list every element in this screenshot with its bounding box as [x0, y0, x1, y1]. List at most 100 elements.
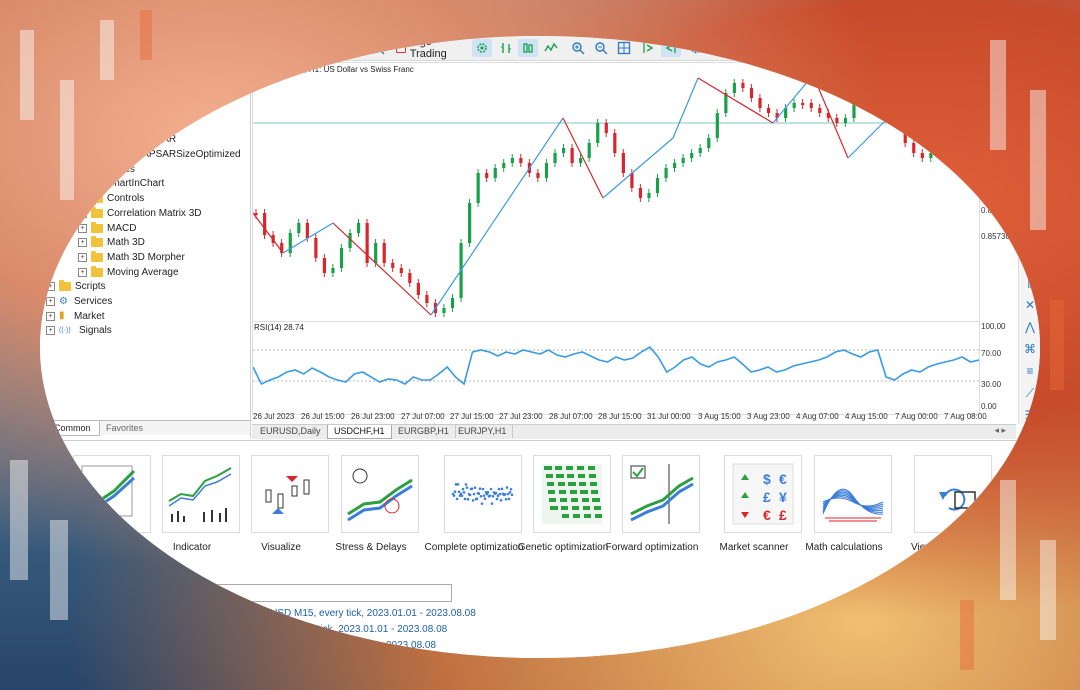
rsi-axis-label: 70.00: [981, 349, 1002, 358]
expand-icon[interactable]: +: [78, 267, 87, 277]
tester-card-genetic-optimization[interactable]: Genetic optimization: [518, 455, 618, 554]
expand-icon[interactable]: +: [46, 326, 55, 336]
time-axis-label: 3 Aug 23:00: [747, 412, 790, 421]
bear-candle: [835, 118, 839, 123]
search-icon[interactable]: [368, 39, 388, 57]
chart-tab-eurusd-daily[interactable]: EURUSD,Daily: [254, 425, 328, 438]
navigator-tabs: Common Favorites: [40, 420, 250, 436]
expand-icon[interactable]: +: [78, 238, 87, 248]
bull-candle: [587, 143, 591, 158]
rsi-subwindow[interactable]: [252, 321, 980, 415]
navigator-item-signals[interactable]: + ((·)) Signals: [46, 324, 112, 338]
navigator-item-label: MACD: [107, 222, 137, 234]
expand-icon[interactable]: +: [78, 208, 87, 218]
arrows-tool-icon[interactable]: ≡: [1023, 364, 1037, 378]
tester-card-visualize[interactable]: Visualize: [243, 455, 336, 554]
tester-card-complete-optimization[interactable]: Complete optimization: [425, 455, 529, 554]
expert-advisor-icon: ⚙: [90, 119, 99, 131]
price-axis-label: 0.86650: [981, 130, 1010, 139]
bull-candle: [929, 153, 933, 158]
chart-tab-usdchf-h1[interactable]: USDCHF,H1: [327, 425, 392, 439]
elliott-tool-icon[interactable]: ⌘: [1023, 342, 1037, 356]
navigator-item-scripts[interactable]: + Scripts: [46, 280, 106, 294]
tester-card-view-previous-results[interactable]: View previ... re: [906, 455, 999, 554]
expand-icon[interactable]: +: [46, 311, 55, 321]
auto-scroll-icon[interactable]: [661, 39, 681, 57]
tester-card-stress-delays[interactable]: Stress & Delays: [333, 455, 426, 554]
tester-card-expert-chart[interactable]: [65, 455, 158, 542]
regression-tool-icon[interactable]: ☰: [1023, 408, 1037, 422]
settings-gear-icon[interactable]: [472, 39, 492, 57]
navigator-item-chartinchart[interactable]: + ChartInChart: [78, 177, 164, 191]
candlestick-chart-icon[interactable]: [518, 39, 538, 57]
navigator-item-correlation-matrix-3d[interactable]: + Correlation Matrix 3D: [78, 206, 201, 220]
vertical-line-tool-icon[interactable]: ⫯: [1023, 234, 1037, 248]
tile-windows-icon[interactable]: [614, 39, 634, 57]
tester-card-indicator[interactable]: Indicator: [154, 455, 247, 554]
navigator-item-math-3d[interactable]: + Math 3D: [78, 236, 145, 250]
navigator-item-expertmama[interactable]: ⚙ ExpertMAMA: [90, 118, 164, 132]
fibo-tool-icon[interactable]: ⦀: [1023, 277, 1037, 291]
navigator-item-math-3d-morpher[interactable]: + Math 3D Morpher: [78, 250, 185, 264]
zigzag-segment: [430, 117, 564, 316]
bar-chart-icon[interactable]: [496, 39, 516, 57]
navigator-item-sors[interactable]: sors: [84, 89, 103, 103]
line-chart-icon[interactable]: [541, 39, 561, 57]
expand-icon[interactable]: +: [78, 179, 87, 189]
recent-test-item[interactable]: very tick, 2023.01.01 - 2023.08.08: [296, 624, 447, 635]
tester-card-market-scanner[interactable]: $ € £ ¥ € £ Market scanner: [716, 455, 809, 554]
tester-card-forward-optimization[interactable]: Forward optimization: [606, 455, 707, 554]
zoom-in-icon[interactable]: [568, 39, 588, 57]
zoom-out-icon[interactable]: [591, 39, 611, 57]
price-chart[interactable]: [252, 62, 980, 322]
navigator-item-macd[interactable]: + MACD: [78, 221, 136, 235]
navigator-item-expertmapsarsizeoptimized[interactable]: ⚙ ExpertMAPSARSizeOptimized: [90, 148, 241, 162]
folder-icon: [91, 236, 103, 248]
gann-tool-icon[interactable]: ⟋: [1023, 386, 1037, 400]
expand-icon[interactable]: +: [78, 223, 87, 233]
recent-test-item[interactable]: EURUSD M15, every tick, 2023.01.01 - 202…: [249, 608, 476, 619]
navigator-item-market[interactable]: + ▮ Market: [46, 309, 105, 323]
navigator-item-controls[interactable]: + Controls: [78, 192, 144, 206]
shapes-tool-icon[interactable]: ⋀: [1023, 320, 1037, 334]
expand-icon[interactable]: +: [78, 252, 87, 262]
forward-optimization-icon: [621, 455, 700, 533]
chart-tab-eurjpy-h1[interactable]: EURJPY,H1: [452, 425, 514, 438]
time-axis: 26 Jul 2023 26 Jul 15:00 26 Jul 23:00 27 Ju…: [252, 412, 987, 424]
recent-test-item[interactable]: 2023.08.08: [386, 640, 436, 651]
bull-candle: [374, 243, 378, 263]
navigator-item-moving-average[interactable]: + Moving Average: [78, 265, 179, 279]
navigator-item-examples[interactable]: − Examples: [62, 162, 135, 176]
time-axis-label: 26 Jul 23:00: [351, 412, 395, 421]
collapse-icon[interactable]: −: [62, 164, 71, 174]
expert-chart-icon: [72, 455, 151, 533]
main-toolbar: ser Algo Trading: [40, 36, 1040, 61]
chart-shift-icon[interactable]: [638, 39, 658, 57]
navigator-item-services[interactable]: + ⚙ Services: [46, 295, 112, 309]
navigator-item-expertmapsar[interactable]: ⚙ ExpertMAPSAR: [90, 133, 176, 147]
navigator-item-label: Examples: [91, 163, 135, 175]
navigator-item-rtors[interactable]: rtors: [84, 74, 104, 88]
time-axis-label: 4 Aug 07:00: [796, 412, 839, 421]
tester-search-input[interactable]: [160, 584, 452, 602]
expand-icon[interactable]: +: [46, 297, 55, 306]
expand-icon[interactable]: +: [46, 282, 55, 292]
properties-gear-icon[interactable]: [686, 39, 706, 57]
rsi-axis-label: 30.00: [981, 380, 1002, 389]
pitchfork-tool-icon[interactable]: ✕: [1023, 298, 1037, 312]
tabs-scroll-arrows[interactable]: ◂ ▸: [994, 425, 1006, 436]
folder-icon: [91, 177, 103, 189]
time-axis-label: 7 Aug 08:00: [944, 412, 987, 421]
tab-favorites[interactable]: Favorites: [98, 421, 151, 435]
bear-candle: [399, 268, 403, 273]
bull-candle: [553, 153, 557, 163]
folder-icon: [91, 192, 103, 204]
algo-trading-button[interactable]: Algo Trading: [396, 36, 470, 60]
zigzag-segment: [772, 74, 814, 124]
tab-common[interactable]: Common: [45, 421, 100, 436]
navigator-item-expertmacd[interactable]: ⚙ ExpertMACD: [90, 103, 163, 117]
channel-tool-icon[interactable]: ⫼: [1023, 254, 1037, 268]
tester-card-math-calculations[interactable]: Math calculations: [805, 455, 899, 554]
chart-tab-eurgbp-h1[interactable]: EURGBP,H1: [392, 425, 456, 438]
expand-icon[interactable]: +: [78, 194, 87, 204]
